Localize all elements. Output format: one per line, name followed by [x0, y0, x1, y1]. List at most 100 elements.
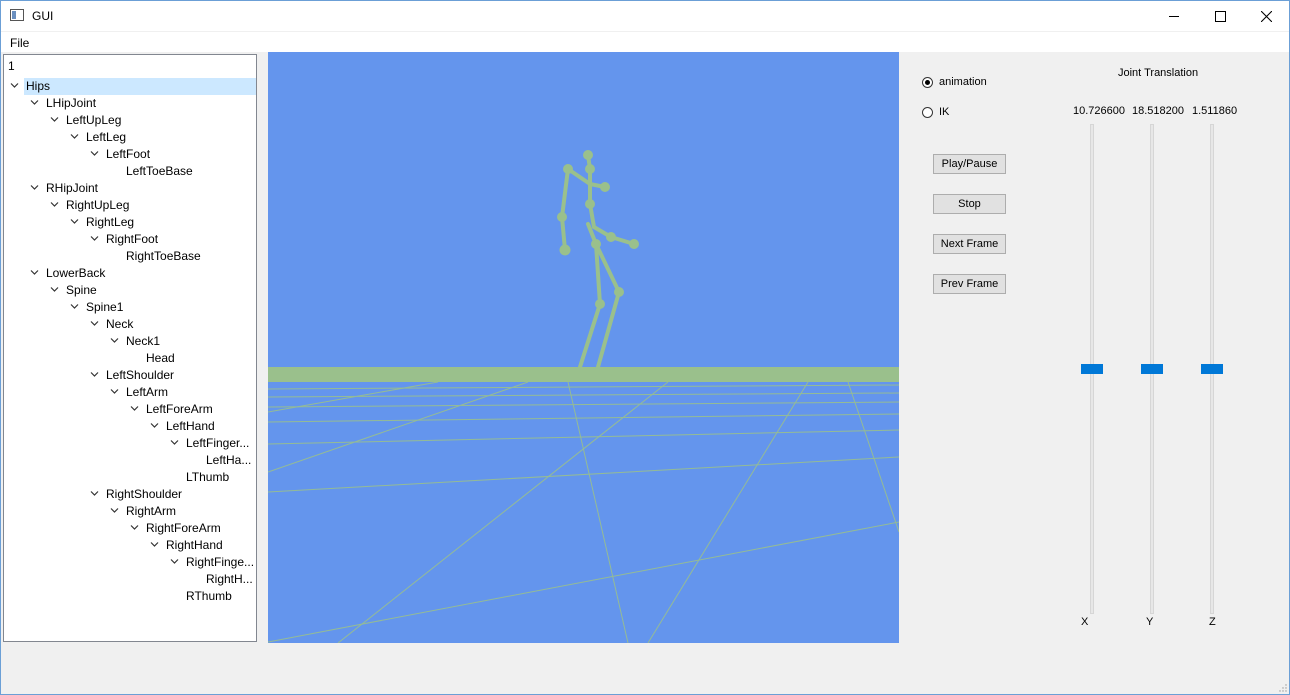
maximize-button[interactable]	[1197, 1, 1243, 31]
chevron-down-icon[interactable]	[30, 98, 39, 106]
chevron-down-icon[interactable]	[110, 336, 119, 344]
chevron-down-icon[interactable]	[130, 404, 139, 412]
tree-item-label: Neck1	[126, 334, 161, 348]
slider-x-value: 10.726600	[1073, 105, 1125, 117]
radio-ik[interactable]: IK	[922, 106, 949, 118]
chevron-down-icon[interactable]	[70, 302, 79, 310]
minimize-button[interactable]	[1151, 1, 1197, 31]
tree-item[interactable]: LHipJoint	[4, 95, 256, 112]
ground-grid	[268, 381, 899, 643]
tree-item[interactable]: RightForeArm	[4, 520, 256, 537]
tree-item[interactable]: RightHand	[4, 537, 256, 554]
chevron-down-icon[interactable]	[150, 540, 159, 548]
joint-translation-title: Joint Translation	[1118, 67, 1199, 79]
tree-item[interactable]: RHipJoint	[4, 180, 256, 197]
tree-item-label: RightArm	[126, 504, 177, 518]
tree-item-label: Neck	[106, 317, 134, 331]
ground-horizon	[268, 367, 899, 382]
radio-animation[interactable]: animation	[922, 76, 987, 88]
tree-item[interactable]: LThumb	[4, 469, 256, 486]
slider-z-handle[interactable]	[1201, 364, 1223, 374]
tree-item[interactable]: LeftHand	[4, 418, 256, 435]
chevron-down-icon[interactable]	[70, 132, 79, 140]
tree-item[interactable]: RThumb	[4, 588, 256, 605]
menu-file[interactable]: File	[10, 36, 29, 50]
tree-item[interactable]: Neck1	[4, 333, 256, 350]
chevron-down-icon[interactable]	[170, 557, 179, 565]
tree-item-label: RightLeg	[86, 215, 135, 229]
tree-item-label: LeftFoot	[106, 147, 151, 161]
stop-button[interactable]: Stop	[933, 194, 1006, 214]
tree-item[interactable]: Spine	[4, 282, 256, 299]
chevron-down-icon[interactable]	[90, 149, 99, 157]
slider-y-value: 18.518200	[1132, 105, 1184, 117]
tree-item[interactable]: LeftToeBase	[4, 163, 256, 180]
tree-item-label: RightFoot	[106, 232, 159, 246]
tree-item-label: LowerBack	[46, 266, 106, 280]
tree-item[interactable]: LeftLeg	[4, 129, 256, 146]
tree-item[interactable]: RightUpLeg	[4, 197, 256, 214]
chevron-down-icon[interactable]	[90, 370, 99, 378]
chevron-down-icon[interactable]	[30, 183, 39, 191]
tree-item[interactable]: LeftUpLeg	[4, 112, 256, 129]
tree-header: 1	[8, 59, 15, 73]
chevron-down-icon[interactable]	[90, 319, 99, 327]
tree-item[interactable]: LeftArm	[4, 384, 256, 401]
prev-frame-button[interactable]: Prev Frame	[933, 274, 1006, 294]
tree-item-label: Head	[146, 351, 175, 365]
radio-ik-indicator	[922, 106, 933, 118]
joint-tree[interactable]: 1 Hips LHipJoint LeftUpLeg LeftLeg LeftFoot L…	[3, 54, 257, 642]
chevron-down-icon[interactable]	[10, 81, 19, 89]
tree-item[interactable]: RightFoot	[4, 231, 256, 248]
chevron-down-icon[interactable]	[30, 268, 39, 276]
tree-item[interactable]: RightShoulder	[4, 486, 256, 503]
tree-item[interactable]: RightToeBase	[4, 248, 256, 265]
tree-item[interactable]: Neck	[4, 316, 256, 333]
tree-item[interactable]: LeftFinger...	[4, 435, 256, 452]
slider-z-label: Z	[1209, 616, 1216, 628]
3d-viewport[interactable]	[268, 52, 899, 643]
radio-animation-indicator	[922, 76, 933, 88]
slider-x-handle[interactable]	[1081, 364, 1103, 374]
tree-item[interactable]: LowerBack	[4, 265, 256, 282]
window-title: GUI	[32, 9, 54, 23]
chevron-down-icon[interactable]	[50, 115, 59, 123]
tree-item[interactable]: RightH...	[4, 571, 256, 588]
close-button[interactable]	[1243, 1, 1289, 31]
chevron-down-icon[interactable]	[90, 234, 99, 242]
play-pause-button[interactable]: Play/Pause	[933, 154, 1006, 174]
slider-z-value: 1.511860	[1192, 105, 1238, 117]
chevron-down-icon[interactable]	[110, 506, 119, 514]
tree-item-label: LThumb	[186, 470, 230, 484]
slider-y-label: Y	[1146, 616, 1154, 628]
tree-item[interactable]: LeftShoulder	[4, 367, 256, 384]
tree-item-label: LeftUpLeg	[66, 113, 122, 127]
tree-item[interactable]: RightLeg	[4, 214, 256, 231]
chevron-down-icon[interactable]	[170, 438, 179, 446]
tree-item[interactable]: LeftFoot	[4, 146, 256, 163]
tree-item[interactable]: Head	[4, 350, 256, 367]
chevron-down-icon[interactable]	[150, 421, 159, 429]
tree-item[interactable]: RightArm	[4, 503, 256, 520]
chevron-down-icon[interactable]	[130, 523, 139, 531]
app-window: GUI File 1 Hips LHipJoint LeftUpLeg LeftLeg…	[0, 0, 1290, 695]
title-bar[interactable]: GUI	[1, 1, 1289, 31]
tree-item[interactable]: LeftHa...	[4, 452, 256, 469]
tree-item-label: RightShoulder	[106, 487, 183, 501]
chevron-down-icon[interactable]	[90, 489, 99, 497]
minimize-icon	[1169, 15, 1179, 17]
chevron-down-icon[interactable]	[70, 217, 79, 225]
tree-item-label: Hips	[26, 79, 51, 93]
slider-y-handle[interactable]	[1141, 364, 1163, 374]
tree-item[interactable]: RightFinge...	[4, 554, 256, 571]
next-frame-button[interactable]: Next Frame	[933, 234, 1006, 254]
tree-item[interactable]: Hips	[10, 78, 256, 95]
resize-grip-icon[interactable]	[1279, 684, 1287, 692]
chevron-down-icon[interactable]	[50, 285, 59, 293]
tree-item-label: RightUpLeg	[66, 198, 130, 212]
tree-item[interactable]: LeftForeArm	[4, 401, 256, 418]
chevron-down-icon[interactable]	[50, 200, 59, 208]
chevron-down-icon[interactable]	[110, 387, 119, 395]
tree-item[interactable]: Spine1	[4, 299, 256, 316]
tree-item-label: Spine1	[86, 300, 124, 314]
